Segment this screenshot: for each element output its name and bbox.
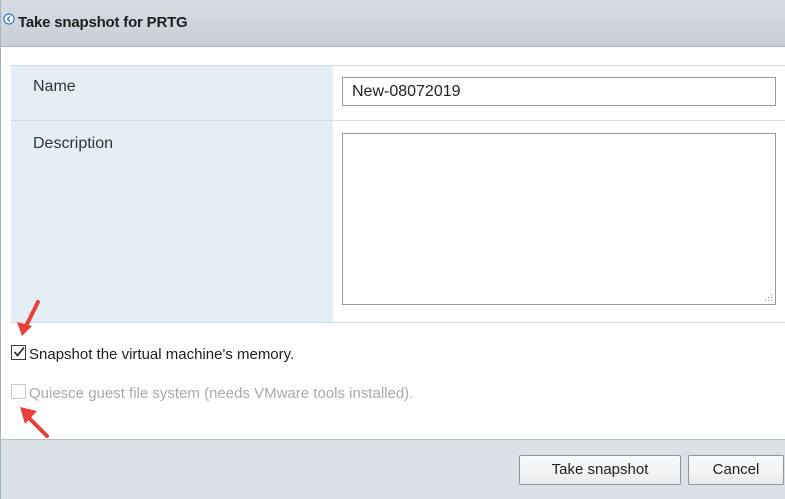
name-label: Name xyxy=(33,78,76,95)
name-input[interactable]: New-08072019 xyxy=(342,77,776,106)
checkmark-icon xyxy=(13,346,25,357)
collapse-icon[interactable] xyxy=(3,13,15,25)
description-label: Description xyxy=(33,135,114,152)
label-column xyxy=(11,66,333,322)
cancel-button[interactable]: Cancel xyxy=(688,455,784,485)
take-snapshot-button[interactable]: Take snapshot xyxy=(519,455,681,485)
memory-checkbox-label[interactable]: Snapshot the virtual machine's memory. xyxy=(29,346,294,363)
row-divider xyxy=(11,120,785,121)
memory-checkbox[interactable] xyxy=(11,345,26,360)
dialog-footer: Take snapshot Cancel xyxy=(1,439,785,499)
take-snapshot-dialog: Take snapshot for PRTG Name New-08072019… xyxy=(0,0,785,499)
dialog-title: Take snapshot for PRTG xyxy=(18,14,188,31)
snapshot-form: Name New-08072019 Description xyxy=(11,65,785,323)
resize-grip-icon[interactable] xyxy=(764,293,773,302)
annotation-arrow-up-icon xyxy=(20,407,49,438)
quiesce-checkbox xyxy=(11,384,26,399)
annotation-arrow-down-icon xyxy=(17,300,40,336)
quiesce-checkbox-label: Quiesce guest file system (needs VMware … xyxy=(29,385,414,402)
description-textarea[interactable] xyxy=(342,133,776,305)
dialog-titlebar: Take snapshot for PRTG xyxy=(1,0,785,47)
